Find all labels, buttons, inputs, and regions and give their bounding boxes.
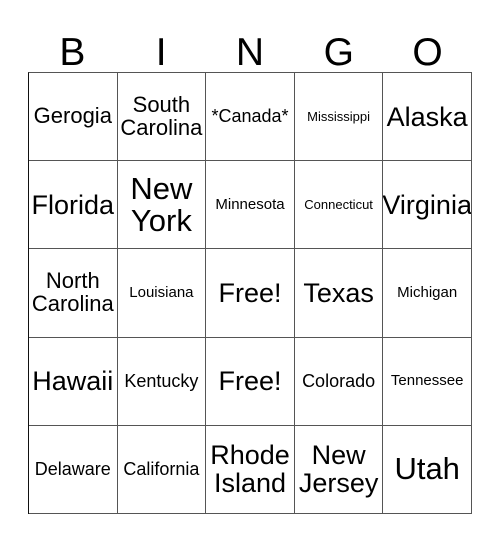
bingo-cell[interactable]: California [117, 425, 207, 514]
bingo-cell[interactable]: New York [117, 161, 207, 250]
bingo-cell[interactable]: Rhode Island [206, 425, 295, 514]
bingo-cell-label: Mississippi [307, 108, 371, 124]
bingo-cell-label: *Canada* [211, 106, 289, 127]
bingo-cell-label: Hawaii [32, 366, 114, 397]
bingo-cell[interactable]: Minnesota [206, 161, 295, 250]
bingo-cell-label: Texas [303, 277, 374, 308]
bingo-cell-label: Free! [218, 277, 282, 308]
bingo-cell-label: Colorado [302, 370, 376, 391]
bingo-cell[interactable]: Delaware [29, 425, 118, 514]
bingo-cell[interactable]: Utah [383, 425, 472, 514]
header-letter-o: O [412, 31, 443, 74]
bingo-grid: Gerogia South Carolina *Canada* Mississippi… [28, 72, 472, 514]
bingo-cell-label: Rhode Island [210, 440, 290, 499]
bingo-cell[interactable]: North Carolina [29, 249, 118, 338]
bingo-cell[interactable]: South Carolina [117, 73, 207, 162]
bingo-cell-label: Michigan [397, 284, 458, 302]
bingo-cell[interactable]: New Jersey [294, 425, 384, 514]
bingo-cell[interactable]: Michigan [383, 249, 472, 338]
bingo-cell-label: Alaska [386, 101, 468, 132]
bingo-cell-label: South Carolina [120, 91, 203, 140]
bingo-cell[interactable]: Free! [206, 337, 295, 426]
bingo-cell[interactable]: Free! [206, 249, 295, 338]
bingo-cell-label: Delaware [34, 459, 111, 480]
header-letter-n: N [235, 31, 265, 74]
bingo-cell[interactable]: Florida [29, 161, 118, 250]
bingo-cell[interactable]: Louisiana [117, 249, 207, 338]
bingo-header: B I N G O [28, 18, 472, 72]
bingo-card: B I N G O Gerogia South Carolina *Canada* M… [0, 0, 500, 544]
bingo-cell[interactable]: Mississippi [294, 73, 384, 162]
bingo-cell-label: Minnesota [215, 195, 285, 213]
bingo-cell-label: Florida [31, 189, 115, 220]
bingo-cell[interactable]: Texas [294, 249, 384, 338]
bingo-cell[interactable]: Connecticut [294, 161, 384, 250]
bingo-cell[interactable]: Tennessee [383, 337, 472, 426]
bingo-cell[interactable]: Hawaii [29, 337, 118, 426]
bingo-cell-label: New Jersey [298, 440, 379, 499]
bingo-cell[interactable]: Alaska [383, 73, 472, 162]
bingo-cell[interactable]: Virginia [383, 161, 472, 250]
bingo-cell-label: Kentucky [124, 370, 199, 391]
bingo-cell[interactable]: Kentucky [117, 337, 207, 426]
header-letter-b: B [59, 31, 86, 74]
bingo-cell-label: Virginia [383, 189, 472, 220]
bingo-cell[interactable]: *Canada* [206, 73, 295, 162]
bingo-cell-label: Gerogia [33, 103, 112, 129]
bingo-cell-label: Louisiana [129, 284, 194, 302]
bingo-cell-label: Free! [218, 366, 282, 397]
bingo-cell-label: Tennessee [390, 372, 464, 390]
header-letter-i: I [155, 31, 167, 74]
bingo-cell-label: Utah [394, 451, 460, 487]
bingo-cell-label: California [123, 459, 200, 480]
bingo-cell-label: Connecticut [304, 197, 373, 213]
bingo-cell-label: North Carolina [31, 268, 114, 316]
bingo-cell[interactable]: Colorado [294, 337, 384, 426]
bingo-cell-label: New York [130, 170, 193, 238]
bingo-cell[interactable]: Gerogia [29, 73, 118, 162]
header-letter-g: G [323, 31, 354, 74]
